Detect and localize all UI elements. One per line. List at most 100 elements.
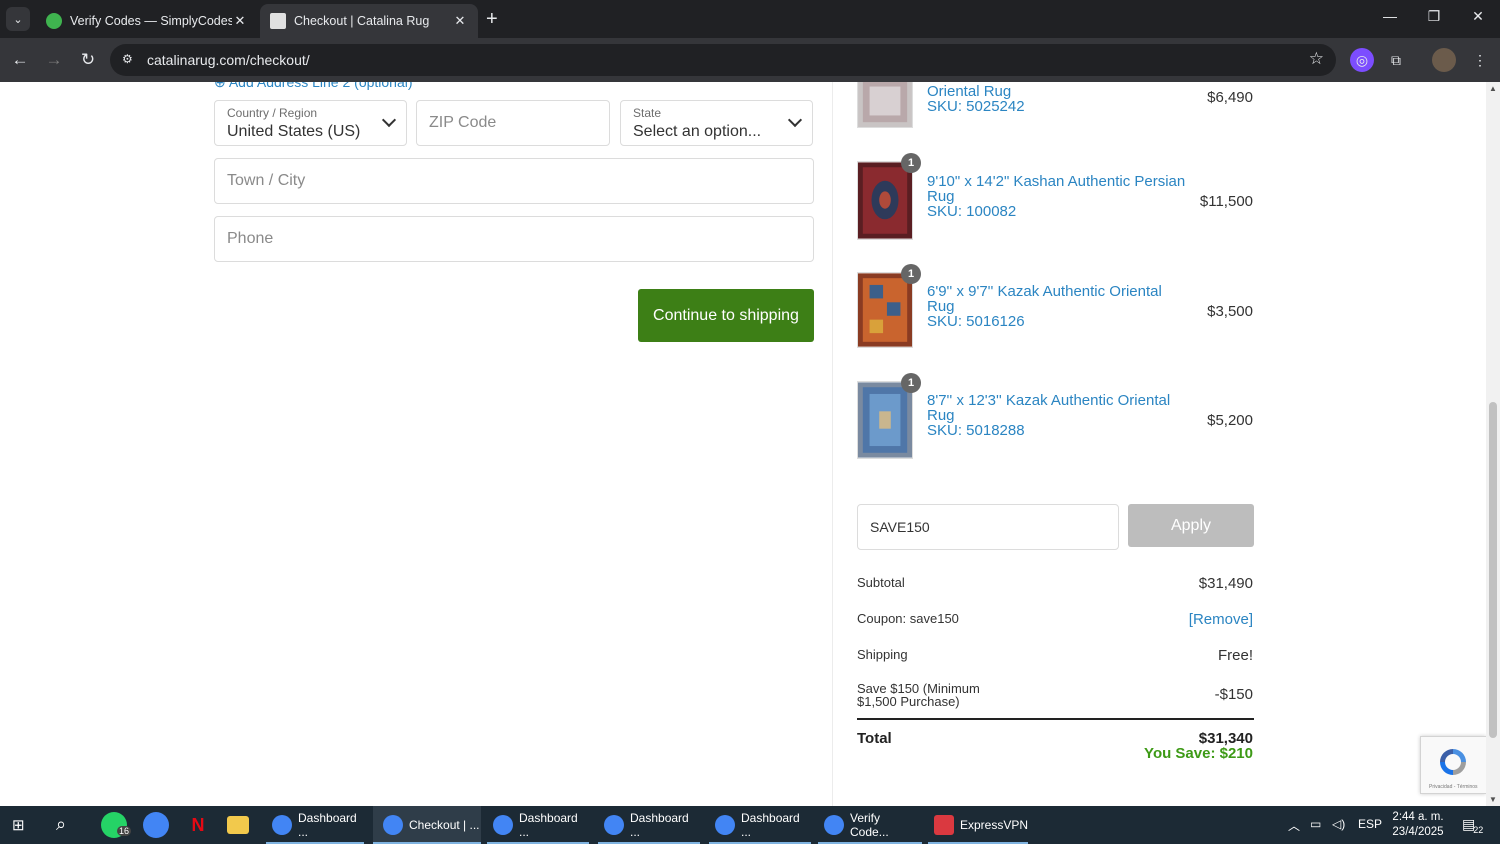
extensions-puzzle-icon[interactable]: ⧉ [1384,48,1408,72]
chrome-icon[interactable] [143,812,169,838]
notifications-icon[interactable]: ▤22 [1462,816,1485,835]
back-icon[interactable]: ← [8,48,32,72]
tray-expand-icon[interactable]: ︿ [1288,817,1300,834]
town-city-input[interactable]: Town / City [214,158,814,204]
column-divider [832,82,833,806]
taskbar-window[interactable]: Dashboard ... [487,806,589,844]
site-info-icon[interactable]: ⚙ [122,52,136,66]
chevron-down-icon [381,112,397,128]
item-name[interactable]: 6'9'' x 9'7'' Kazak Authentic Oriental R… [927,284,1187,314]
coupon-label: Coupon: save150 [857,611,959,626]
rug-thumbnail[interactable] [857,82,913,128]
volume-icon[interactable]: ◁) [1332,817,1345,831]
expressvpn-icon [934,815,954,835]
simplycodes-favicon-icon [46,13,62,29]
taskbar-window-label: Dashboard ... [741,811,800,839]
search-icon[interactable]: ⌕ [56,814,66,835]
taskbar-window[interactable]: Dashboard ... [266,806,364,844]
coupon-code-input[interactable]: SAVE150 [857,504,1119,550]
recaptcha-icon [1440,749,1466,775]
country-select[interactable]: Country / Region United States (US) [214,100,407,146]
recaptcha-footer[interactable]: Privacidad - Términos [1429,784,1478,790]
browser-menu-icon[interactable]: ⋮ [1468,48,1492,72]
add-address-line-2-link[interactable]: ⊕ Add Address Line 2 (optional) [214,82,413,91]
new-tab-button[interactable]: + [486,8,498,30]
item-name[interactable]: Oriental Rug [927,84,1187,99]
network-icon[interactable]: ▭ [1310,817,1321,831]
url-text[interactable]: catalinarug.com/checkout/ [147,52,310,68]
rug-thumbnail[interactable] [857,272,913,348]
apply-coupon-button[interactable]: Apply [1128,504,1254,547]
item-price: $3,500 [1207,303,1253,320]
chrome-icon [715,815,735,835]
item-price: $6,490 [1207,89,1253,106]
shipping-row: Shipping Free! [857,647,1253,664]
item-sku: SKU: 5025242 [927,98,1025,115]
taskbar-window-label: Dashboard ... [630,811,689,839]
total-divider [857,718,1254,720]
item-name[interactable]: 9'10" x 14'2" Kashan Authentic Persian R… [927,174,1187,204]
quantity-badge: 1 [901,373,921,393]
taskbar-window[interactable]: Checkout | ... [373,806,481,844]
close-window-icon[interactable]: ✕ [1458,8,1498,25]
zip-code-input[interactable]: ZIP Code [416,100,610,146]
state-value: Select an option... [633,123,762,140]
state-label: State [633,106,662,120]
taskbar-window[interactable]: ExpressVPN [928,806,1028,844]
close-tab-icon[interactable]: ✕ [232,13,248,29]
state-select[interactable]: State Select an option... [620,100,813,146]
notification-count: 22 [1473,825,1484,835]
chrome-icon [383,815,403,835]
taskbar-window-label: Verify Code... [850,811,889,839]
item-price: $11,500 [1199,193,1253,210]
discount-value: -$150 [1214,686,1253,703]
whatsapp-icon[interactable]: 16 [101,812,132,838]
checkout-page: ⊕ Add Address Line 2 (optional) Country … [0,82,1486,806]
clock-time: 2:44 a. m. [1392,811,1444,823]
taskbar-window[interactable]: Verify Code... [818,806,922,844]
taskbar-window[interactable]: Dashboard ... [598,806,700,844]
subtotal-label: Subtotal [857,575,905,590]
netflix-icon[interactable]: N [185,812,211,838]
tab-checkout[interactable]: Checkout | Catalina Rug ✕ [260,4,478,38]
address-bar[interactable]: ⚙ catalinarug.com/checkout/ ☆ [110,44,1336,76]
chrome-icon [824,815,844,835]
page-scrollbar[interactable]: ▲ ▼ [1486,82,1500,806]
continue-to-shipping-button[interactable]: Continue to shipping [638,289,814,342]
rug-thumbnail[interactable] [857,161,913,240]
phone-input[interactable]: Phone [214,216,814,262]
scroll-up-icon[interactable]: ▲ [1489,84,1497,93]
recaptcha-badge[interactable]: Privacidad - Términos [1420,736,1486,794]
forward-icon[interactable]: → [42,48,66,72]
quantity-badge: 1 [901,153,921,173]
minimize-icon[interactable]: — [1370,8,1410,24]
rug-thumbnail[interactable] [857,381,913,459]
restore-icon[interactable]: ❐ [1414,8,1454,25]
tab-search-button[interactable]: ⌄ [6,7,30,31]
item-sku: SKU: 5018288 [927,422,1025,439]
close-tab-icon[interactable]: ✕ [452,13,468,29]
browser-toolbar: ← → ↻ ⚙ catalinarug.com/checkout/ ☆ ◎ ⧉ … [0,38,1500,82]
file-explorer-icon[interactable] [227,816,249,834]
scrollbar-thumb[interactable] [1489,402,1497,738]
windows-taskbar: ⊞ ⌕ 16 N Dashboard ... Checkout | ... Da… [0,806,1500,844]
chrome-icon [604,815,624,835]
item-sku: SKU: 5016126 [927,313,1025,330]
shipping-value: Free! [1217,647,1253,664]
language-indicator[interactable]: ESP [1358,817,1382,831]
clock[interactable]: 2:44 a. m. 23/4/2025 [1380,810,1456,840]
taskbar-window[interactable]: Dashboard ... [709,806,811,844]
windows-start-icon[interactable]: ⊞ [12,816,30,834]
scroll-down-icon[interactable]: ▼ [1489,795,1497,804]
tab-simplycodes[interactable]: Verify Codes — SimplyCodes ✕ [36,4,258,38]
reload-icon[interactable]: ↻ [76,48,100,72]
catalina-favicon-icon [270,13,286,29]
whatsapp-badge: 16 [117,826,132,836]
tab-title: Verify Codes — SimplyCodes [70,14,232,28]
profile-avatar[interactable] [1432,48,1456,72]
extension-purple-icon[interactable]: ◎ [1350,48,1374,72]
discount-row: Save $150 (Minimum $1,500 Purchase) -$15… [857,682,1253,708]
remove-coupon-link[interactable]: [Remove] [1189,611,1253,628]
bookmark-star-icon[interactable]: ☆ [1309,49,1324,69]
item-name[interactable]: 8'7'' x 12'3'' Kazak Authentic Oriental … [927,393,1187,423]
